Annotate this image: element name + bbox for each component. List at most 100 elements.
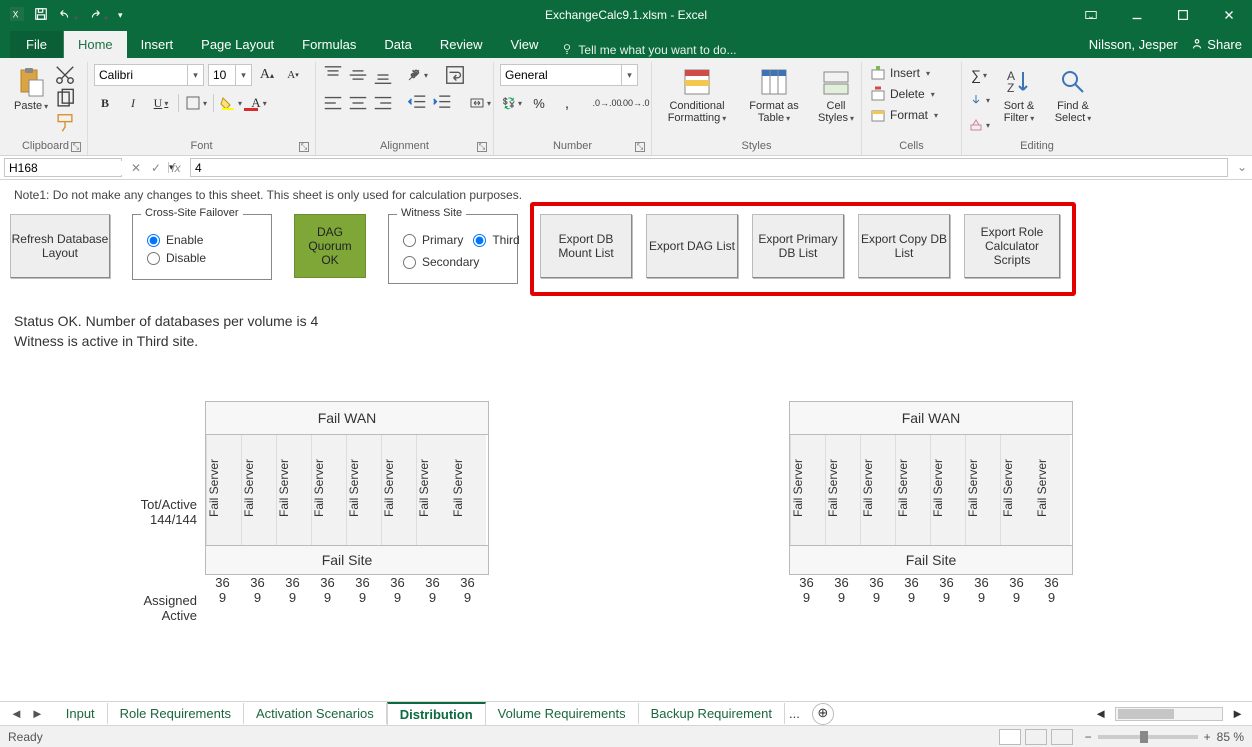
fail-server-cell[interactable]: Fail Server	[790, 435, 825, 545]
maximize-icon[interactable]	[1160, 0, 1206, 30]
fail-server-cell[interactable]: Fail Server	[381, 435, 416, 545]
tab-home[interactable]: Home	[64, 31, 127, 58]
sheet-nav-next-icon[interactable]: ►	[31, 706, 44, 721]
undo-icon[interactable]	[58, 7, 78, 24]
accounting-format-icon[interactable]: 💱	[500, 92, 522, 114]
decrease-font-icon[interactable]: A▾	[282, 64, 304, 86]
clipboard-launcher-icon[interactable]: ⤡	[71, 142, 81, 152]
account-name[interactable]: Nilsson, Jesper	[1089, 37, 1178, 52]
fail-server-cell[interactable]: Fail Server	[1035, 435, 1070, 545]
font-launcher-icon[interactable]: ⤡	[299, 142, 309, 152]
sheet-scroll-right-icon[interactable]: ►	[1231, 706, 1244, 721]
sheet-scroll-left-icon[interactable]: ◄	[1094, 706, 1107, 721]
sheet-tab-backup-requirements[interactable]: Backup Requirement	[639, 703, 785, 724]
tab-review[interactable]: Review	[426, 31, 497, 58]
ribbon-options-icon[interactable]	[1068, 0, 1114, 30]
fail-server-cell[interactable]: Fail Server	[451, 435, 486, 545]
fail-server-cell[interactable]: Fail Server	[206, 435, 241, 545]
fail-server-cell[interactable]: Fail Server	[416, 435, 451, 545]
tab-formulas[interactable]: Formulas	[288, 31, 370, 58]
font-size-combo[interactable]: ▾	[208, 64, 252, 86]
sheet-nav-prev-icon[interactable]: ◄	[10, 706, 23, 721]
decrease-decimal-icon[interactable]: .00→.0	[624, 92, 646, 114]
tab-view[interactable]: View	[496, 31, 552, 58]
paste-button[interactable]: Paste	[10, 64, 52, 114]
align-bottom-icon[interactable]	[372, 64, 394, 86]
tab-insert[interactable]: Insert	[127, 31, 188, 58]
increase-decimal-icon[interactable]: .0→.00	[596, 92, 618, 114]
fail-server-cell[interactable]: Fail Server	[1000, 435, 1035, 545]
sheet-tab-distribution[interactable]: Distribution	[387, 702, 486, 725]
fill-icon[interactable]	[968, 89, 990, 111]
tab-file[interactable]: File	[10, 31, 64, 58]
sheet-tabs-overflow[interactable]: ...	[785, 706, 804, 721]
align-center-icon[interactable]	[347, 92, 369, 114]
tab-page-layout[interactable]: Page Layout	[187, 31, 288, 58]
bold-icon[interactable]: B	[94, 92, 116, 114]
horizontal-scrollbar[interactable]	[1115, 707, 1223, 721]
new-sheet-button[interactable]: ⊕	[812, 703, 834, 725]
number-launcher-icon[interactable]: ⤡	[635, 142, 645, 152]
sort-filter-button[interactable]: AZSort & Filter	[994, 64, 1044, 126]
zoom-in-icon[interactable]: +	[1204, 730, 1211, 744]
font-color-icon[interactable]: A	[248, 92, 270, 114]
zoom-level[interactable]: 85 %	[1217, 730, 1244, 744]
increase-indent-icon[interactable]	[431, 92, 453, 114]
normal-view-icon[interactable]	[999, 729, 1021, 745]
qat-customize-icon[interactable]: ▾	[118, 10, 123, 21]
delete-cells-button[interactable]: Delete	[868, 85, 937, 103]
minimize-icon[interactable]	[1114, 0, 1160, 30]
sheet-tab-activation-scenarios[interactable]: Activation Scenarios	[244, 703, 387, 724]
wrap-text-icon[interactable]	[444, 64, 466, 86]
insert-cells-button[interactable]: Insert	[868, 64, 932, 82]
fail-server-cell[interactable]: Fail Server	[346, 435, 381, 545]
fail-server-cell[interactable]: Fail Server	[241, 435, 276, 545]
cross-site-enable-radio[interactable]: Enable	[147, 233, 257, 247]
percent-icon[interactable]: %	[528, 92, 550, 114]
decrease-indent-icon[interactable]	[406, 92, 428, 114]
format-cells-button[interactable]: Format	[868, 106, 940, 124]
font-name-combo[interactable]: ▾	[94, 64, 204, 86]
align-middle-icon[interactable]	[347, 64, 369, 86]
find-select-button[interactable]: Find & Select	[1048, 64, 1098, 126]
cut-icon[interactable]	[54, 64, 76, 86]
sheet-tab-input[interactable]: Input	[54, 703, 108, 724]
alignment-launcher-icon[interactable]: ⤡	[477, 142, 487, 152]
formula-input[interactable]	[190, 158, 1228, 177]
fail-server-cell[interactable]: Fail Server	[860, 435, 895, 545]
align-top-icon[interactable]	[322, 64, 344, 86]
sheet-tab-volume-requirements[interactable]: Volume Requirements	[486, 703, 639, 724]
border-icon[interactable]	[185, 92, 207, 114]
underline-icon[interactable]: U	[150, 92, 172, 114]
fx-icon[interactable]: fx	[166, 161, 186, 175]
zoom-out-icon[interactable]: −	[1085, 730, 1092, 744]
cell-styles-button[interactable]: Cell Styles	[812, 64, 860, 126]
format-as-table-button[interactable]: Format as Table	[742, 64, 806, 126]
save-icon[interactable]	[34, 7, 48, 24]
clear-icon[interactable]	[968, 114, 990, 136]
align-left-icon[interactable]	[322, 92, 344, 114]
name-box[interactable]: ▾	[4, 158, 122, 177]
witness-primary-radio[interactable]: Primary	[403, 233, 463, 247]
autosum-icon[interactable]: ∑	[968, 64, 990, 86]
increase-font-icon[interactable]: A▴	[256, 64, 278, 86]
witness-secondary-radio[interactable]: Secondary	[403, 255, 503, 269]
fail-server-cell[interactable]: Fail Server	[965, 435, 1000, 545]
fill-color-icon[interactable]	[220, 92, 242, 114]
comma-icon[interactable]: ,	[556, 92, 578, 114]
fx-cancel-icon[interactable]: ✕	[126, 161, 146, 175]
page-layout-view-icon[interactable]	[1025, 729, 1047, 745]
zoom-slider[interactable]	[1098, 735, 1198, 739]
conditional-formatting-button[interactable]: Conditional Formatting	[658, 64, 736, 126]
refresh-database-layout-button[interactable]: Refresh Database Layout	[10, 214, 110, 278]
witness-third-radio[interactable]: Third	[473, 233, 519, 247]
fail-server-cell[interactable]: Fail Server	[930, 435, 965, 545]
merge-center-icon[interactable]	[469, 92, 491, 114]
tab-data[interactable]: Data	[370, 31, 425, 58]
fail-server-cell[interactable]: Fail Server	[825, 435, 860, 545]
copy-icon[interactable]	[54, 88, 76, 110]
close-icon[interactable]	[1206, 0, 1252, 30]
number-format-combo[interactable]: ▾	[500, 64, 638, 86]
formula-bar-expand-icon[interactable]: ⌄	[1232, 156, 1252, 179]
fx-enter-icon[interactable]: ✓	[146, 161, 166, 175]
